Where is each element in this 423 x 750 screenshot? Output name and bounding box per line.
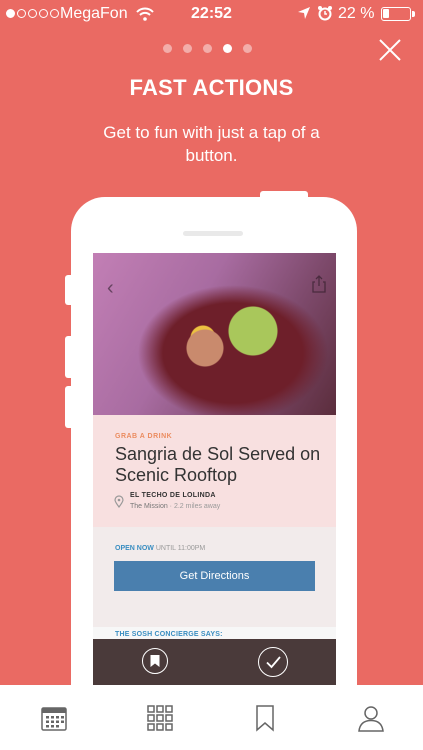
location-arrow-icon [298,7,310,19]
battery-icon [381,7,415,21]
page-indicator [163,44,252,53]
hours-row: OPEN NOW UNTIL 11:00PM [115,545,205,552]
calendar-icon [41,707,67,731]
venue-location: The Mission · 2.2 miles away [130,503,220,510]
share-icon [312,275,326,293]
tab-explore[interactable] [140,701,180,735]
concierge-heading: THE SOSH CONCIERGE SAYS: [115,631,223,638]
grid-icon [147,705,173,731]
bookmark-icon [150,654,159,667]
event-title: Sangria de Sol Served on Scenic Rooftop [115,444,321,485]
quick-action-bar [93,639,336,685]
onboarding-heading: FAST ACTIONS [129,75,294,100]
tab-calendar[interactable] [34,701,74,735]
event-card-actions: OPEN NOW UNTIL 11:00PM Get Directions TH… [93,527,336,638]
alarm-icon [318,6,332,21]
bookmark-icon [256,705,274,732]
page-dot[interactable] [163,44,172,53]
tab-saved[interactable] [245,701,285,735]
category-label: GRAB A DRINK [115,433,173,440]
tab-bar [0,685,423,750]
checkmark-icon [265,655,281,668]
event-card-header: GRAB A DRINK Sangria de Sol Served on Sc… [93,415,336,527]
neighborhood: The Mission [130,503,168,510]
tab-profile[interactable] [351,701,391,735]
map-pin-icon [114,495,124,508]
battery-percent: 22 % [338,5,375,22]
page-dot[interactable] [223,44,232,53]
onboarding-subtitle: Get to fun with just a tap of a button. [103,123,320,165]
back-chevron-icon: ‹ [107,277,114,299]
venue-name: EL TECHO DE LOLINDA [130,492,216,499]
page-dot[interactable] [183,44,192,53]
status-bar: MegaFon 22:52 22 % [0,0,423,28]
drink-photo: ‹ [93,253,336,415]
close-icon[interactable] [378,38,402,62]
phone-screen: ‹ GRAB A DRINK Sangria de Sol Served on … [93,253,336,685]
get-directions-button[interactable]: Get Directions [114,561,315,591]
open-until: UNTIL 11:00PM [155,545,206,552]
distance: · 2.2 miles away [167,503,221,510]
page-dot[interactable] [203,44,212,53]
open-status: OPEN NOW [115,545,154,552]
phone-speaker [183,231,243,236]
check-action-button[interactable] [258,647,288,677]
page-dot[interactable] [243,44,252,53]
bookmark-action-button[interactable] [142,648,168,674]
battery-level [383,9,389,18]
profile-icon [358,706,384,732]
